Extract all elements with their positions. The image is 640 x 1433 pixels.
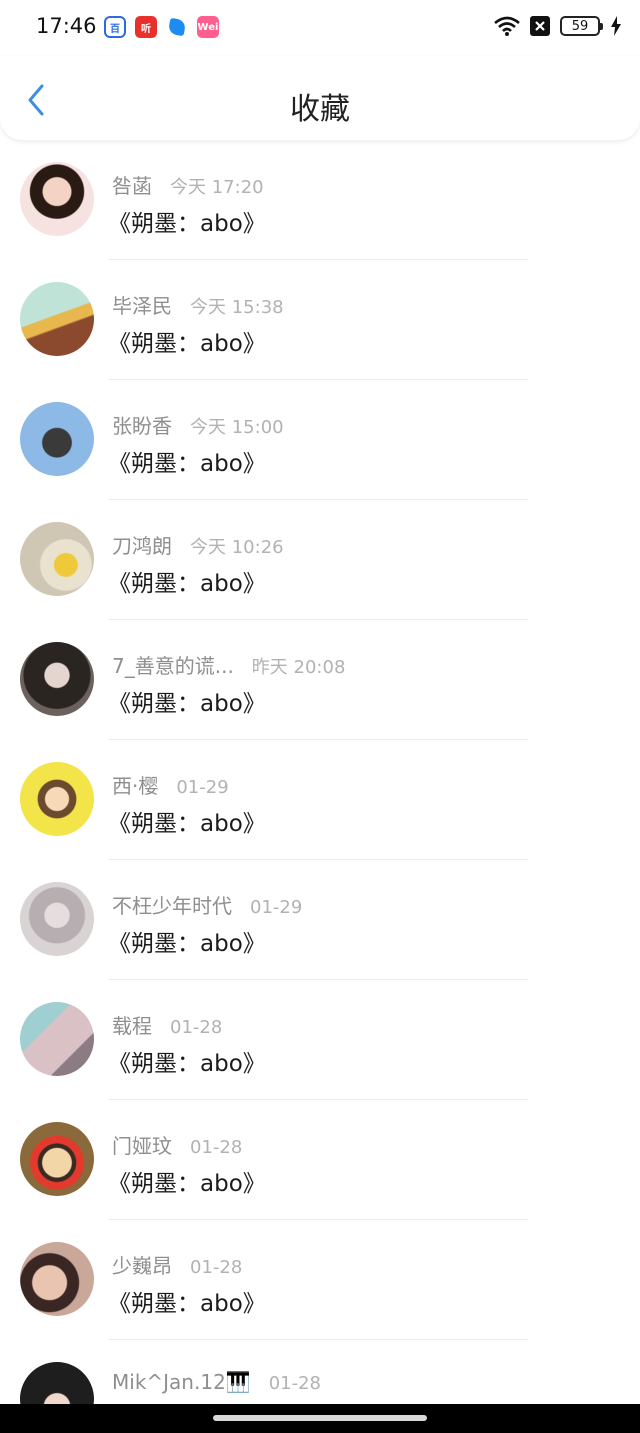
battery-indicator: 59 <box>560 16 603 36</box>
avatar[interactable] <box>20 1122 94 1196</box>
favorite-content[interactable]: 《朔墨：abo》 <box>108 684 266 718</box>
avatar[interactable] <box>20 282 94 356</box>
notification-icons: 百 听 Wei <box>104 16 219 38</box>
avatar[interactable] <box>20 762 94 836</box>
user-name[interactable]: 少巍昂 <box>112 1250 172 1279</box>
divider <box>108 379 528 380</box>
favorite-content[interactable]: 《朔墨：abo》 <box>108 1044 266 1078</box>
user-name[interactable]: Mik^Jan.12🎹 <box>112 1370 251 1394</box>
favorite-content[interactable]: 《朔墨：abo》 <box>108 204 266 238</box>
user-name[interactable]: 载程 <box>112 1010 152 1039</box>
avatar[interactable] <box>20 882 94 956</box>
time-label: 今天 10:26 <box>190 537 284 558</box>
divider <box>108 259 528 260</box>
favorite-content[interactable]: 《朔墨：abo》 <box>108 324 266 358</box>
ting-app-icon: 听 <box>135 16 157 38</box>
user-name[interactable]: 西·樱 <box>112 770 158 799</box>
baidu-app-icon: 百 <box>104 16 126 38</box>
list-item[interactable]: 载程 01-28 《朔墨：abo》 <box>0 982 640 1102</box>
user-name[interactable]: 不枉少年时代 <box>112 890 232 919</box>
avatar[interactable] <box>20 402 94 476</box>
time-label: 01-28 <box>268 1373 322 1394</box>
app-header: 收藏 <box>0 56 640 140</box>
system-icons: 59 <box>494 16 622 36</box>
user-name[interactable]: 门娅玟 <box>112 1130 172 1159</box>
favorite-content[interactable]: 《朔墨：abo》 <box>108 564 266 598</box>
time-label: 01-28 <box>190 1257 243 1278</box>
list-item[interactable]: 毕泽民 今天 15:38 《朔墨：abo》 <box>0 262 640 382</box>
list-item[interactable]: 门娅玟 01-28 《朔墨：abo》 <box>0 1102 640 1222</box>
list-item[interactable]: 咎菡 今天 17:20 《朔墨：abo》 <box>0 142 640 262</box>
list-item[interactable]: 不枉少年时代 01-29 《朔墨：abo》 <box>0 862 640 982</box>
system-nav-bar <box>0 1404 640 1433</box>
favorites-screen: 17:46 百 听 Wei 59 收藏 咎菡 今天 17:20 《朔墨：abo》… <box>0 0 640 1433</box>
time-label: 01-29 <box>176 777 229 798</box>
list-item[interactable]: 张盼香 今天 15:00 《朔墨：abo》 <box>0 382 640 502</box>
weiwei-app-icon: Wei <box>197 16 219 38</box>
time-label: 今天 17:20 <box>170 177 264 198</box>
time-label: 昨天 20:08 <box>251 657 346 678</box>
time-label: 01-28 <box>190 1137 243 1158</box>
status-bar: 17:46 百 听 Wei 59 <box>0 0 640 56</box>
avatar[interactable] <box>20 522 94 596</box>
time-label: 今天 15:00 <box>190 417 284 438</box>
home-indicator[interactable] <box>213 1415 427 1421</box>
divider <box>108 1099 528 1100</box>
divider <box>108 859 528 860</box>
avatar[interactable] <box>20 1002 94 1076</box>
no-sim-icon <box>530 16 550 36</box>
page-title: 收藏 <box>290 92 350 127</box>
divider <box>108 739 528 740</box>
avatar[interactable] <box>20 1242 94 1316</box>
favorite-content[interactable]: 《朔墨：abo》 <box>108 1164 266 1198</box>
divider <box>108 619 528 620</box>
blue-app-icon <box>166 16 188 38</box>
list-item[interactable]: 西·樱 01-29 《朔墨：abo》 <box>0 742 640 862</box>
avatar[interactable] <box>20 162 94 236</box>
list-item[interactable]: 7_善意的谎... 昨天 20:08 《朔墨：abo》 <box>0 622 640 742</box>
favorite-content[interactable]: 《朔墨：abo》 <box>108 1284 266 1318</box>
list-item[interactable]: 刀鸿朗 今天 10:26 《朔墨：abo》 <box>0 502 640 622</box>
time-label: 今天 15:38 <box>190 297 284 318</box>
time-label: 01-28 <box>170 1017 223 1038</box>
favorites-list: 咎菡 今天 17:20 《朔墨：abo》 毕泽民 今天 15:38 《朔墨：ab… <box>0 142 640 1433</box>
user-name[interactable]: 刀鸿朗 <box>112 530 172 559</box>
user-name[interactable]: 咎菡 <box>112 170 152 199</box>
divider <box>108 1219 528 1220</box>
divider <box>108 499 528 500</box>
favorite-content[interactable]: 《朔墨：abo》 <box>108 804 266 838</box>
user-name[interactable]: 张盼香 <box>112 410 172 439</box>
charging-icon <box>610 16 622 36</box>
list-item[interactable]: 少巍昂 01-28 《朔墨：abo》 <box>0 1222 640 1342</box>
user-name[interactable]: 毕泽民 <box>112 290 172 319</box>
favorite-content[interactable]: 《朔墨：abo》 <box>108 444 266 478</box>
divider <box>108 1339 528 1340</box>
user-name[interactable]: 7_善意的谎... <box>112 650 234 679</box>
divider <box>108 979 528 980</box>
favorite-content[interactable]: 《朔墨：abo》 <box>108 924 266 958</box>
status-time: 17:46 <box>36 14 97 38</box>
time-label: 01-29 <box>250 897 303 918</box>
avatar[interactable] <box>20 642 94 716</box>
wifi-icon <box>494 16 520 36</box>
